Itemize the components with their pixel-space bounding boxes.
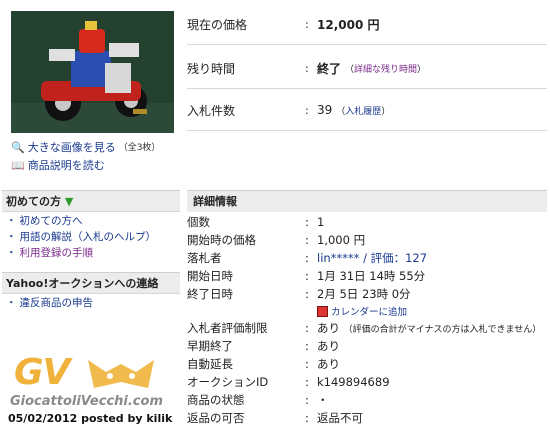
watermark-logo: GV (14, 352, 70, 393)
image-count: （全3枚） (118, 143, 161, 153)
current-price-value: 12,000 円 (317, 17, 380, 32)
detail-row-start-time: 開始日時:1月 31日 14時 55分 (187, 269, 426, 283)
contact-item[interactable]: ・違反商品の申告 (6, 295, 93, 311)
beginner-item[interactable]: ・初めての方へ (6, 213, 156, 229)
remaining-time-row: 残り時間 : 終了 （詳細な残り時間） (187, 48, 547, 89)
detail-row-returns: 返品の可否: 返品不可 (187, 411, 363, 425)
read-description-link[interactable]: 📖 商品説明を読む (11, 157, 181, 175)
winner-link[interactable]: lin***** / 評価：127 (317, 250, 547, 266)
detail-row-early-end: 早期終了: あり (187, 339, 340, 353)
details-heading: 詳細情報 (187, 190, 547, 212)
beginner-leaf-icon: ▼ (64, 195, 74, 208)
detail-row-auction-id: オークションID: k149894689 (187, 375, 390, 389)
detail-row-condition: 商品の状態: ・ (187, 393, 329, 407)
watermark-posted-by: 05/02/2012 posted by kilik (8, 412, 173, 425)
book-icon: 📖 (11, 159, 25, 172)
current-price-row: 現在の価格 : 12,000 円 (187, 4, 547, 45)
detail-row-start-price: 開始時の価格:1,000 円 (187, 233, 366, 247)
beginner-item[interactable]: ・利用登録の手順 (6, 245, 156, 261)
watermark-mask-icon (88, 360, 154, 388)
beginner-item[interactable]: ・用語の解説（入札のヘルプ） (6, 229, 156, 245)
bid-history-link[interactable]: 入札履歴 (345, 104, 381, 117)
watermark: GV GiocattoliVecchi.com 05/02/2012 poste… (8, 352, 198, 427)
contact-list: ・違反商品の申告 (6, 295, 93, 311)
bid-count-label: 入札件数 (187, 103, 236, 118)
detail-row-auto-extend: 自動延長: あり (187, 357, 340, 371)
beginner-list: ・初めての方へ ・用語の解説（入札のヘルプ） ・利用登録の手順 (6, 213, 156, 261)
details-table: 個数:1 開始時の価格:1,000 円 落札者: lin***** / 評価：12… (187, 213, 547, 427)
add-to-calendar-link[interactable]: カレンダーに追加 (187, 303, 547, 319)
calendar-icon (317, 305, 328, 317)
beginner-heading: 初めての方 ▼ (2, 190, 180, 212)
current-price-label: 現在の価格 (187, 17, 248, 32)
contact-heading: Yahoo!オークションへの連絡 (2, 272, 180, 294)
magnifier-icon: 🔍 (11, 141, 25, 154)
watermark-site: GiocattoliVecchi.com (10, 394, 163, 409)
remaining-time-value: 終了 (317, 61, 342, 76)
toy-robot-image (11, 11, 174, 133)
detail-row-quantity: 個数:1 (187, 215, 325, 229)
item-photo[interactable] (11, 11, 174, 133)
bid-count-value: 39 (317, 103, 333, 117)
remaining-time-label: 残り時間 (187, 61, 236, 76)
detail-row-winner: 落札者: lin***** / 評価：127 (187, 249, 547, 267)
detail-row-rating-limit: 入札者評価制限: あり （評価の合計がマイナスの方は入札できません） (187, 321, 542, 335)
bid-count-row: 入札件数 : 39 （入札履歴） (187, 90, 547, 131)
detailed-time-link[interactable]: 詳細な残り時間 (354, 62, 417, 75)
detail-row-end-time: 終了日時:2月 5日 23時 0分 (187, 287, 411, 301)
view-large-image-link[interactable]: 🔍 大きな画像を見る （全3枚） (11, 139, 181, 157)
